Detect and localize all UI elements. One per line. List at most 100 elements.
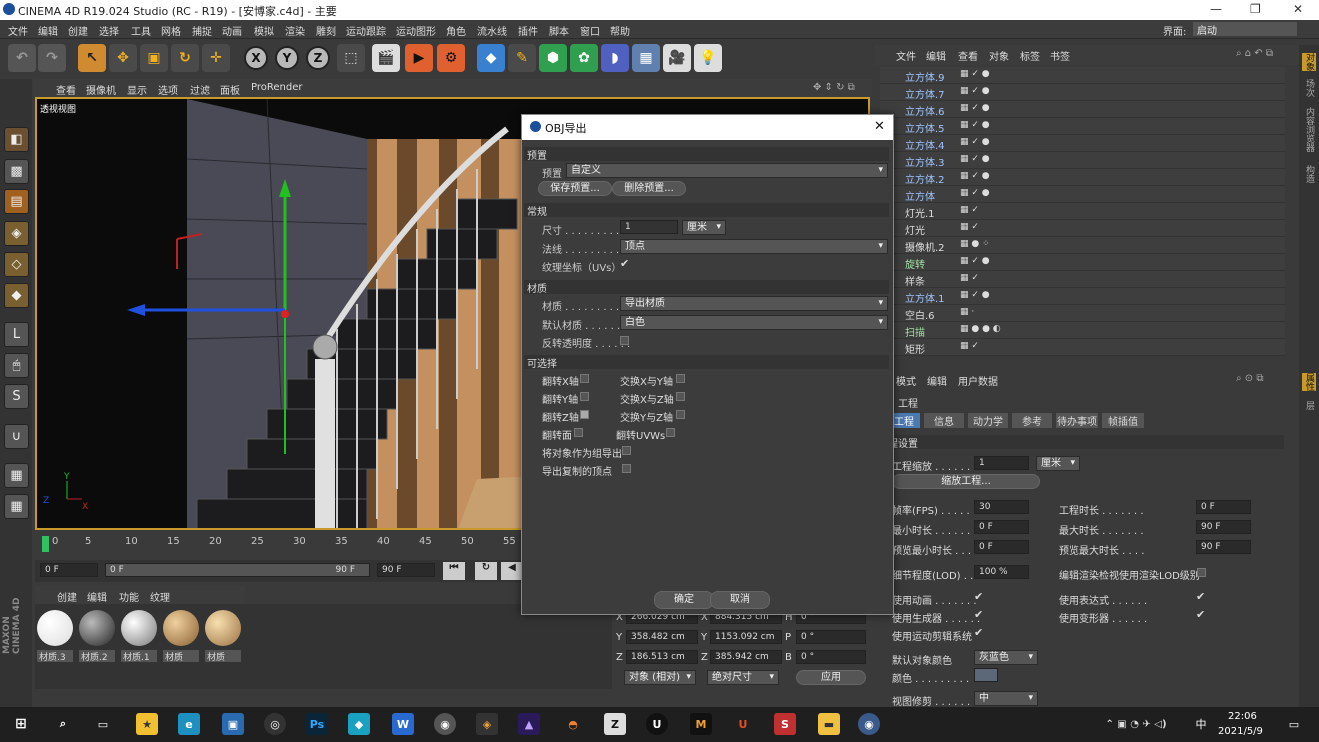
attr-menu-edit[interactable]: 编辑 bbox=[927, 373, 947, 388]
menu-file[interactable]: 文件 bbox=[8, 23, 28, 38]
mat-menu-create[interactable]: 创建 bbox=[57, 589, 77, 604]
object-row[interactable]: 立方体.7 ▦ ✓ ● bbox=[880, 84, 1285, 101]
premiere-icon[interactable]: ▲ bbox=[518, 713, 540, 735]
timeline-playhead[interactable] bbox=[42, 536, 49, 552]
tray-icons[interactable]: ⌃ ▣ ◔ ✈ ◁) bbox=[1092, 713, 1180, 735]
move-icon[interactable]: ✥ bbox=[109, 44, 137, 72]
project-scale-field[interactable]: 1 bbox=[974, 456, 1029, 470]
cinema4d-taskbar-icon[interactable]: ◉ bbox=[434, 713, 456, 735]
attr-menu-mode[interactable]: 模式 bbox=[896, 373, 916, 388]
maximize-button[interactable]: ❐ bbox=[1250, 2, 1261, 16]
range-slider[interactable]: 0 F 90 F bbox=[105, 563, 370, 577]
cinema4d-active-icon[interactable]: ◉ bbox=[858, 713, 880, 735]
menu-plugins[interactable]: 插件 bbox=[518, 23, 538, 38]
object-row[interactable]: 灯光 ▦ ✓ bbox=[880, 220, 1285, 237]
office-icon[interactable]: U bbox=[732, 713, 754, 735]
preset-select[interactable]: 自定义 bbox=[566, 163, 888, 178]
tab-dynamics[interactable]: 动力学 bbox=[968, 413, 1008, 428]
max-time-field[interactable]: 90 F bbox=[1196, 520, 1251, 534]
texture-mode-icon[interactable]: ▩ bbox=[4, 159, 29, 184]
side-tab-objects[interactable]: 对象 bbox=[1302, 53, 1316, 71]
workplane-icon[interactable]: ▤ bbox=[4, 189, 29, 214]
cloner-icon[interactable]: ✿ bbox=[570, 44, 598, 72]
flip-uvws-checkbox[interactable] bbox=[666, 428, 675, 437]
start-icon[interactable]: ⊞ bbox=[10, 713, 32, 735]
clock-time[interactable]: 22:06 bbox=[1228, 711, 1257, 722]
mat-menu-function[interactable]: 功能 bbox=[119, 589, 139, 604]
edges-mode-icon[interactable]: ◇ bbox=[4, 252, 29, 277]
export-as-group-checkbox[interactable] bbox=[622, 446, 631, 455]
material-swatch[interactable] bbox=[121, 610, 157, 646]
object-row[interactable]: 摄像机.2 ▦ ● ⁘ bbox=[880, 237, 1285, 254]
tab-project-settings[interactable]: 工程设置 bbox=[892, 413, 920, 428]
z-size-field[interactable]: 385.942 cm bbox=[710, 650, 782, 664]
object-row[interactable]: 扫描 ▦ ● ● ◐ bbox=[880, 322, 1285, 339]
file-explorer-icon[interactable]: ▬ bbox=[818, 713, 840, 735]
cube-icon[interactable]: ◆ bbox=[477, 44, 505, 72]
menu-script[interactable]: 脚本 bbox=[549, 23, 569, 38]
ok-button[interactable]: 确定 bbox=[654, 591, 714, 609]
size-unit-select[interactable]: 厘米 bbox=[682, 220, 726, 235]
swap-yz-checkbox[interactable] bbox=[676, 410, 685, 419]
view-clip-select[interactable]: 中 bbox=[974, 691, 1038, 706]
use-animation-checkbox[interactable]: ✔ bbox=[974, 590, 983, 603]
side-tab-attributes[interactable]: 属性 bbox=[1302, 373, 1316, 391]
menu-mesh[interactable]: 网格 bbox=[161, 23, 181, 38]
project-time-field[interactable]: 0 F bbox=[1196, 500, 1251, 514]
size-mode-select[interactable]: 绝对尺寸 bbox=[707, 670, 779, 685]
mat-menu-texture[interactable]: 纹理 bbox=[150, 589, 170, 604]
x-axis-lock-icon[interactable]: X bbox=[244, 46, 268, 70]
vp-menu-filter[interactable]: 过滤 bbox=[190, 82, 210, 97]
side-tab-layers[interactable]: 层 bbox=[1302, 401, 1316, 410]
start-frame-field[interactable]: 0 F bbox=[40, 563, 98, 577]
tweak-mode-icon[interactable]: 🖱 bbox=[4, 353, 29, 378]
side-tab-structure[interactable]: 构造 bbox=[1302, 165, 1316, 183]
mat-menu-edit[interactable]: 编辑 bbox=[87, 589, 107, 604]
search-icon[interactable]: ⌕ ⌂ ↶ ⧉ bbox=[1236, 48, 1273, 59]
rotate-icon[interactable]: ↻ bbox=[171, 44, 199, 72]
obj-menu-objects[interactable]: 对象 bbox=[989, 48, 1009, 63]
obj-menu-tags[interactable]: 标签 bbox=[1020, 48, 1040, 63]
flip-z-checkbox[interactable] bbox=[580, 410, 589, 419]
unreal-icon[interactable]: U bbox=[646, 713, 668, 735]
points-mode-icon[interactable]: ◈ bbox=[4, 221, 29, 246]
flip-y-checkbox[interactable] bbox=[580, 392, 589, 401]
object-row[interactable]: 立方体.3 ▦ ✓ ● bbox=[880, 152, 1285, 169]
vp-menu-prorender[interactable]: ProRender bbox=[251, 82, 302, 93]
use-deformers-checkbox[interactable]: ✔ bbox=[1196, 608, 1205, 621]
object-row[interactable]: 旋转 ▦ ✓ ● bbox=[880, 254, 1285, 271]
vp-menu-options[interactable]: 选项 bbox=[158, 82, 178, 97]
object-row[interactable]: 立方体.9 ▦ ✓ ● bbox=[880, 67, 1285, 84]
menu-sculpt[interactable]: 雕刻 bbox=[316, 23, 336, 38]
use-mograph-checkbox[interactable]: ✔ bbox=[974, 626, 983, 639]
y-size-field[interactable]: 1153.092 cm bbox=[710, 630, 782, 644]
color-swatch[interactable] bbox=[974, 668, 998, 682]
invert-transparency-checkbox[interactable] bbox=[620, 336, 629, 345]
menu-pipeline[interactable]: 流水线 bbox=[477, 23, 507, 38]
magnet-icon[interactable]: ∪ bbox=[4, 424, 29, 449]
minimize-button[interactable]: — bbox=[1210, 2, 1222, 16]
uv-checkbox[interactable]: ✔ bbox=[620, 257, 629, 270]
material-swatch[interactable] bbox=[205, 610, 241, 646]
select-arrow-icon[interactable]: ↖ bbox=[78, 44, 106, 72]
cube-app-icon[interactable]: ◆ bbox=[348, 713, 370, 735]
play-back-icon[interactable]: ◀ bbox=[501, 562, 523, 580]
light-icon[interactable]: 💡 bbox=[694, 44, 722, 72]
blender-icon[interactable]: ◓ bbox=[562, 713, 584, 735]
object-row[interactable]: 灯光.1 ▦ ✓ bbox=[880, 203, 1285, 220]
side-tab-content-browser[interactable]: 内容浏览器 bbox=[1302, 107, 1316, 152]
use-generators-checkbox[interactable]: ✔ bbox=[974, 608, 983, 621]
ime-indicator[interactable]: 中 bbox=[1190, 713, 1212, 735]
material-swatch[interactable] bbox=[79, 610, 115, 646]
menu-simulate[interactable]: 模拟 bbox=[254, 23, 274, 38]
vp-menu-cameras[interactable]: 摄像机 bbox=[86, 82, 116, 97]
swap-xz-checkbox[interactable] bbox=[676, 392, 685, 401]
menu-edit[interactable]: 编辑 bbox=[38, 23, 58, 38]
render-view-icon[interactable]: 🎬 bbox=[372, 44, 400, 72]
obs-icon[interactable]: ◎ bbox=[264, 713, 286, 735]
b-rotation-field[interactable]: 0 ° bbox=[796, 650, 866, 664]
menu-create[interactable]: 创建 bbox=[68, 23, 88, 38]
vp-menu-display[interactable]: 显示 bbox=[127, 82, 147, 97]
polygons-mode-icon[interactable]: ◆ bbox=[4, 283, 29, 308]
obj-menu-view[interactable]: 查看 bbox=[958, 48, 978, 63]
